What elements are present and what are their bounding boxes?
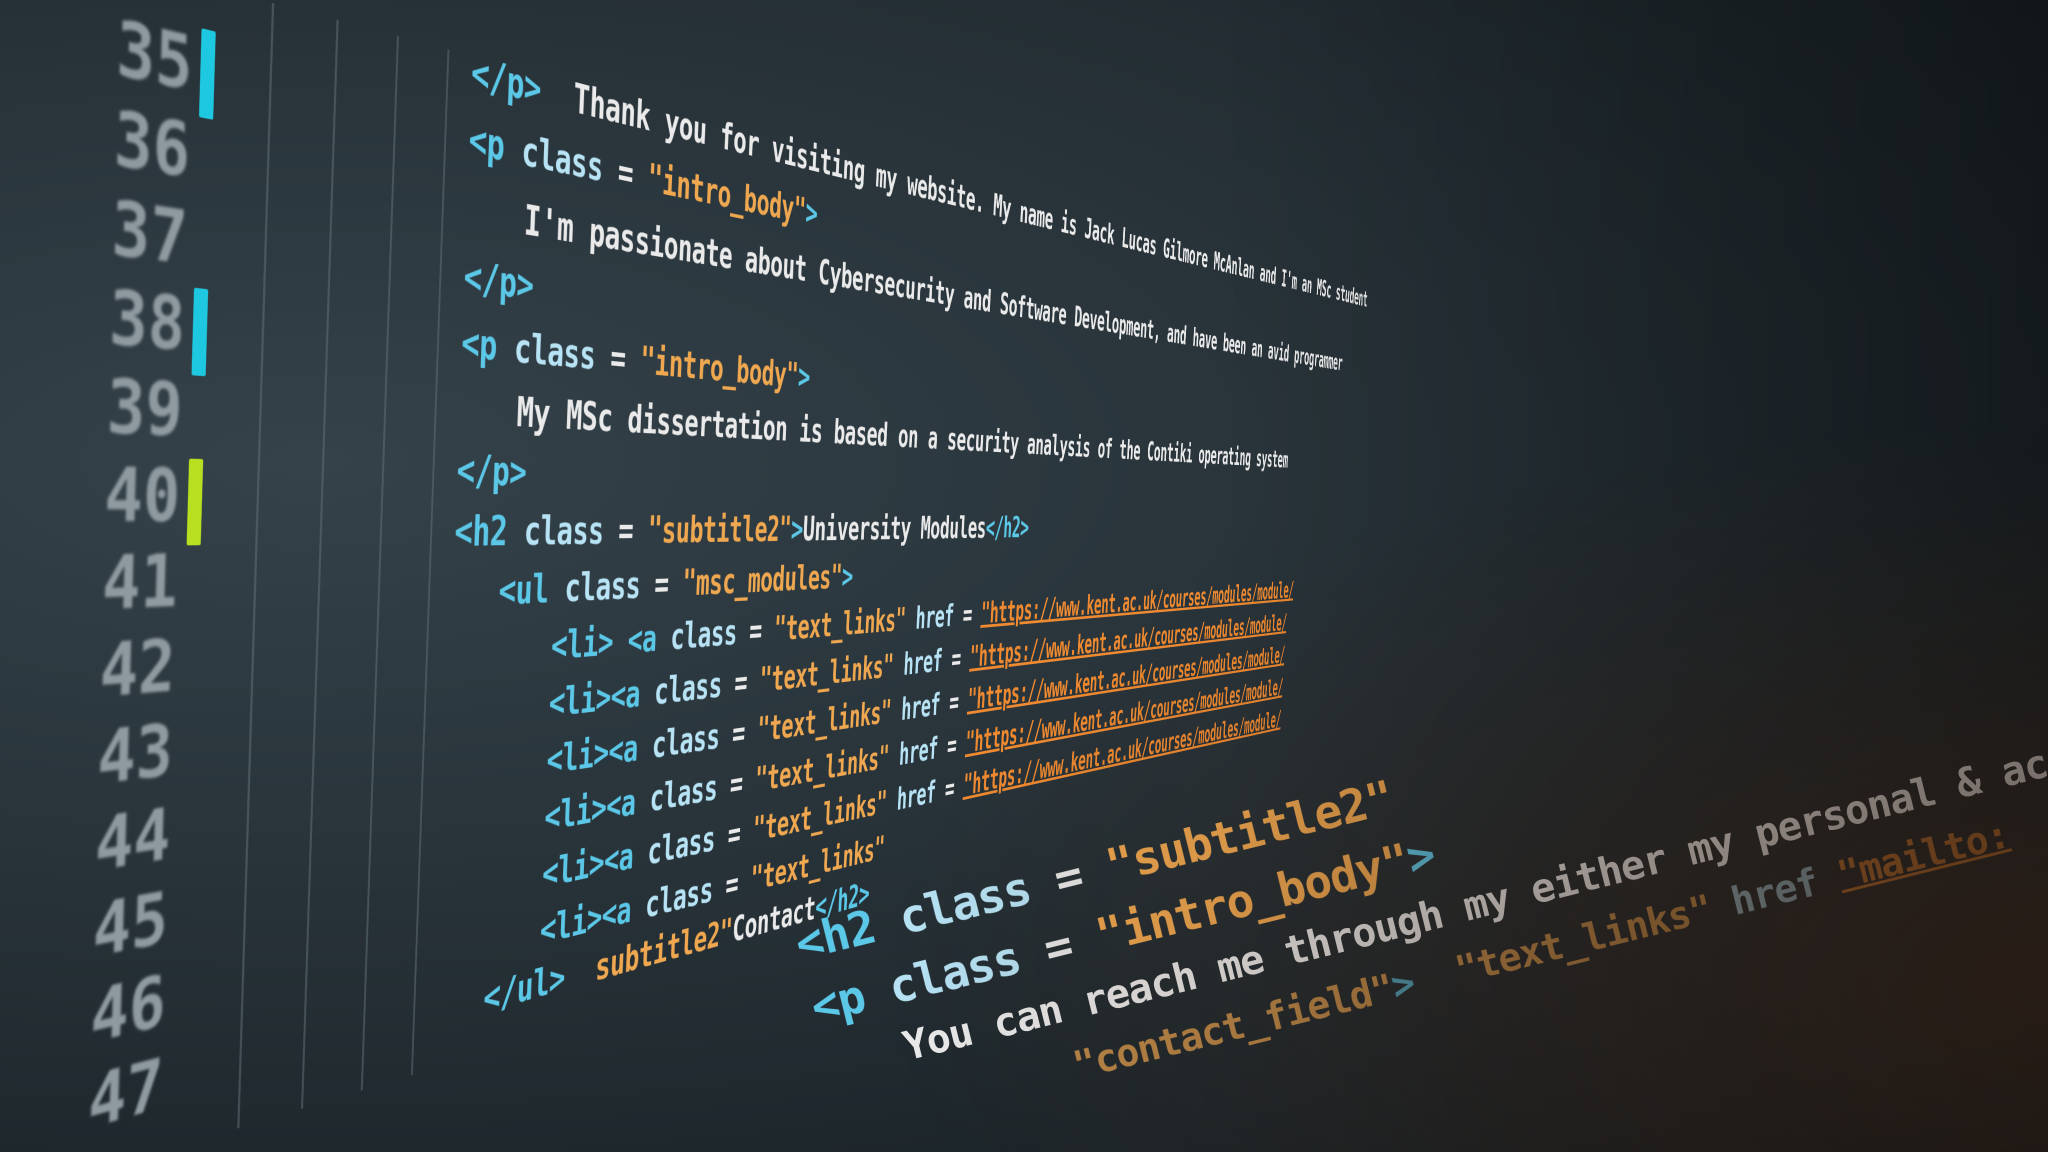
code-editor-photo: 35 36 37 38 39 40 41 42 43 44 45 46 47 <… [0,0,2048,1152]
attribute: href [895,774,937,818]
open-tag: <li><a [541,834,635,898]
operator: = [733,661,749,704]
code-line: </p> [456,446,527,496]
open-tag: <li><a [548,672,641,727]
string-value: "intro_body" [639,338,800,397]
operator: = [731,712,746,755]
git-change-marker [191,287,209,377]
code-line: My MSc dissertation is based on a securi… [516,389,1289,474]
operator: = [617,508,635,554]
close-tag: </ul> [482,954,566,1023]
open-tag: <li> <a [550,616,658,670]
operator: = [729,762,744,806]
tag-end: > [840,557,854,596]
text-content: University Modules [802,509,987,550]
operator: = [724,863,740,907]
close-tag: </p> [470,47,542,115]
attribute: href [914,598,955,637]
attribute: class [563,563,642,612]
indent-guide [410,49,450,1076]
open-tag: <li><a [545,726,639,785]
open-tag: <h2 [453,507,509,557]
string-value: "text_links" [758,647,895,701]
operator: = [948,684,960,721]
attribute: class [648,766,719,821]
operator: = [653,562,670,607]
operator: = [1038,917,1078,977]
code-line: <h2 class = "subtitle2">University Modul… [454,507,1030,556]
indent-guide [301,19,339,1110]
attribute: class [653,664,723,714]
code-line: <ul class = "msc_modules"> [498,557,854,615]
indent-guide [360,35,399,1091]
line-number: 37 [110,183,189,282]
string-value: "subtitle2" [646,508,793,553]
line-number-gutter: 35 36 37 38 39 40 41 42 43 44 45 46 47 [45,0,227,1152]
line-number: 39 [105,362,184,453]
git-change-marker [198,28,216,120]
close-tag: </p> [455,445,528,497]
attribute: class [646,818,716,875]
line-number: 40 [103,451,182,539]
string-value: "text_links" [773,601,907,650]
line-number: 36 [112,93,192,195]
attribute: href [898,730,939,774]
line-number: 41 [101,538,179,627]
attribute: class [651,715,721,768]
close-tag: </p> [462,251,535,311]
operator: = [944,770,956,808]
text-content: My MSc dissertation is based on a securi… [515,388,1289,474]
line-number: 44 [94,792,172,888]
operator: = [617,148,634,198]
line-number: 43 [96,708,174,802]
operator: = [950,641,962,677]
indent-guide [237,2,275,1129]
attribute: href [900,686,941,729]
operator: = [1048,847,1088,907]
operator: = [962,597,973,633]
tag-end: > [797,356,811,398]
line-number: 35 [115,2,194,108]
tag-end: > [804,191,819,235]
line-number: 38 [108,273,187,368]
git-change-marker [186,458,204,546]
open-tag: <h2 [789,899,881,972]
open-tag: <li><a [543,780,637,841]
attribute: class [523,507,605,556]
operator: = [946,727,958,764]
close-tag: </h2> [985,510,1030,546]
attribute: class [669,611,738,659]
code-line: <p class = "intro_body"> [460,318,810,397]
operator: = [726,813,742,857]
operator: = [748,610,763,652]
open-tag: <p [460,318,498,371]
line-number: 42 [98,623,177,715]
string-value: "msc_modules" [681,557,843,605]
operator: = [609,335,627,382]
attribute: class [520,126,604,192]
open-tag: <p [467,114,506,172]
attribute: href [902,642,944,683]
attribute: class [513,324,597,380]
open-tag: <ul [497,566,550,616]
open-tag: <p [805,968,871,1035]
code-line: </p> [463,252,534,310]
